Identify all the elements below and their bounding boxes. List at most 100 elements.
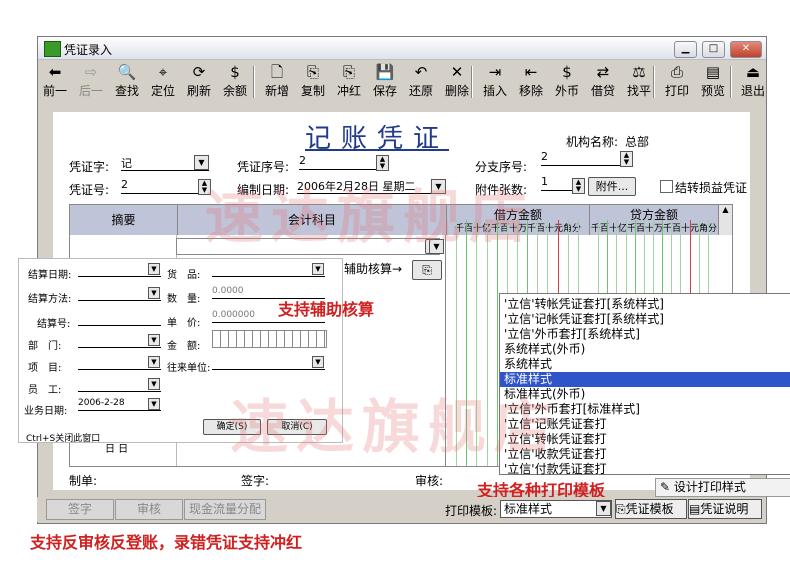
chevron-down-icon[interactable]: ▼	[148, 287, 160, 299]
chevron-down-icon[interactable]: ▼	[148, 356, 160, 368]
toolbar-button-1[interactable]: ⇨ 后一	[74, 62, 108, 102]
toolbar-button-15[interactable]: ⇄ 借贷	[586, 62, 620, 102]
toolbar-button-6[interactable]: 🗋 新增	[260, 62, 294, 102]
window-title: 凭证录入	[64, 43, 113, 57]
toolbar-label: 余额	[222, 84, 247, 98]
attach-spinner[interactable]: ▲ ▼	[572, 178, 585, 194]
toolbar-label: 移除	[518, 84, 543, 98]
print-template-item[interactable]: 系统样式	[504, 357, 552, 372]
print-icon: ⎙	[670, 63, 683, 81]
voucher-template-button[interactable]: ⎘凭证模板	[615, 499, 687, 519]
voucher-number-input[interactable]: 2	[121, 178, 209, 194]
chevron-down-icon[interactable]: ▼	[148, 398, 160, 410]
partner-select[interactable]	[212, 357, 325, 370]
find-icon: 🔍	[117, 63, 137, 81]
maximize-button[interactable]: □	[702, 41, 725, 58]
aux-calc-button[interactable]: ⎘	[412, 260, 442, 280]
minimize-button[interactable]: ▁	[674, 41, 697, 58]
toolbar-button-19[interactable]: ⏏ 退出	[736, 62, 770, 102]
branch-seq-value: 2	[541, 150, 548, 163]
toolbar-button-9[interactable]: 💾 保存	[368, 62, 402, 102]
attach-button[interactable]: 附件...	[588, 177, 636, 196]
refresh-icon: ⟳	[192, 63, 206, 81]
settle-no-input[interactable]	[78, 313, 161, 326]
edit-icon: ✎	[660, 480, 671, 494]
toolbar-label: 找平	[626, 84, 651, 98]
print-template-label: 打印模板:	[445, 504, 498, 518]
amount-label: 金 额:	[167, 341, 201, 352]
toolbar-button-11[interactable]: ✕ 删除	[440, 62, 474, 102]
transfer-checkbox[interactable]	[660, 180, 673, 193]
chevron-down-icon[interactable]: ▼	[312, 263, 324, 275]
branch-spinner[interactable]: ▲ ▼	[620, 151, 633, 167]
aux-calc-label: 辅助核算→	[344, 262, 403, 276]
voucher-seq-value: 2	[299, 154, 306, 167]
voucher-seq-input[interactable]: 2	[299, 154, 387, 170]
toolbar-label: 还原	[408, 84, 433, 98]
price-label: 单 价:	[167, 318, 201, 329]
maker-label: 制单:	[69, 474, 98, 488]
sign-button[interactable]: 签字	[46, 499, 114, 520]
balance-scale-icon: ⚖	[632, 63, 646, 81]
goods-label: 货 品:	[167, 270, 201, 281]
design-print-style-button[interactable]: ✎ 设计打印样式	[655, 478, 790, 497]
amount-input[interactable]	[212, 330, 327, 348]
voucher-title: 记账凭证	[305, 124, 450, 154]
toolbar-button-18[interactable]: ▤ 预览	[696, 62, 730, 102]
aux-hint: Ctrl+S关闭此窗口	[26, 434, 101, 444]
review-button[interactable]: 审核	[115, 499, 183, 520]
toolbar-label: 刷新	[186, 84, 211, 98]
toolbar-label: 插入	[482, 84, 507, 98]
toolbar-button-3[interactable]: ⌖ 定位	[146, 62, 180, 102]
voucher-number-label: 凭证号:	[69, 183, 110, 197]
annotation-aux: 支持辅助核算	[278, 300, 375, 319]
chevron-down-icon[interactable]: ▼	[312, 356, 324, 368]
seq-spinner[interactable]: ▲ ▼	[376, 155, 389, 171]
chevron-down-icon[interactable]: ▼	[148, 334, 160, 346]
close-button[interactable]: ✕	[730, 41, 762, 58]
branch-seq-input[interactable]: 2	[541, 150, 631, 166]
toolbar-button-14[interactable]: $ 外币	[550, 62, 584, 102]
toolbar-label: 借贷	[590, 84, 615, 98]
voucher-number-value: 2	[121, 178, 128, 191]
grid-scroll-up[interactable]: ▲	[718, 205, 732, 235]
toolbar-button-2[interactable]: 🔍 查找	[110, 62, 144, 102]
toolbar-button-5[interactable]: $ 余额	[218, 62, 252, 102]
org-value: 总部	[625, 135, 650, 149]
reviewer-label: 审核:	[415, 474, 444, 488]
locate-icon: ⌖	[158, 63, 168, 81]
col-summary: 摘要	[111, 213, 136, 227]
watermark-2: 速达旗舰店	[230, 393, 561, 461]
exit-icon: ⏏	[745, 63, 761, 81]
toolbar-button-16[interactable]: ⚖ 找平	[622, 62, 656, 102]
dept-label: 部 门:	[28, 341, 62, 352]
toolbar-button-12[interactable]: ⇥ 插入	[478, 62, 512, 102]
toolbar-separator	[253, 66, 255, 98]
print-template-item[interactable]: 系统样式(外币)	[504, 342, 585, 357]
voucher-help-button[interactable]: ▤凭证说明	[688, 499, 762, 519]
toolbar-button-13[interactable]: ⇤ 移除	[514, 62, 548, 102]
chevron-down-icon[interactable]: ▼	[148, 263, 160, 275]
cashflow-button[interactable]: 现金流量分配	[184, 499, 266, 520]
toolbar-button-8[interactable]: ⎘ 冲红	[332, 62, 366, 102]
chevron-down-icon[interactable]: ▼	[194, 155, 209, 170]
print-template-item[interactable]: '立信'外币套打[系统样式]	[504, 327, 640, 342]
toolbar-button-17[interactable]: ⎙ 打印	[660, 62, 694, 102]
toolbar-label: 预览	[700, 84, 725, 98]
settle-date-label: 结算日期:	[28, 270, 72, 281]
voucher-template-label: 凭证模板	[625, 502, 674, 516]
toolbar-button-10[interactable]: ↶ 还原	[404, 62, 438, 102]
print-template-item[interactable]: '立信'转帐凭证套打[系统样式]	[504, 297, 664, 312]
goods-select[interactable]	[212, 264, 325, 277]
partner-label: 往来单位:	[167, 363, 211, 374]
chevron-down-icon[interactable]: ▼	[148, 378, 160, 390]
toolbar-button-4[interactable]: ⟳ 刷新	[182, 62, 216, 102]
signer-label: 签字:	[241, 474, 270, 488]
biz-date-value: 2006-2-28	[78, 398, 125, 408]
delete-icon: ✕	[450, 63, 464, 81]
toolbar-button-0[interactable]: ⬅ 前一	[38, 62, 72, 102]
print-template-item[interactable]: '立信'付款凭证套打	[504, 462, 607, 477]
toolbar-button-7[interactable]: ⎘ 复制	[296, 62, 330, 102]
chevron-down-icon[interactable]: ▼	[596, 501, 611, 516]
print-template-item[interactable]: '立信'记帐凭证套打[系统样式]	[504, 312, 664, 327]
